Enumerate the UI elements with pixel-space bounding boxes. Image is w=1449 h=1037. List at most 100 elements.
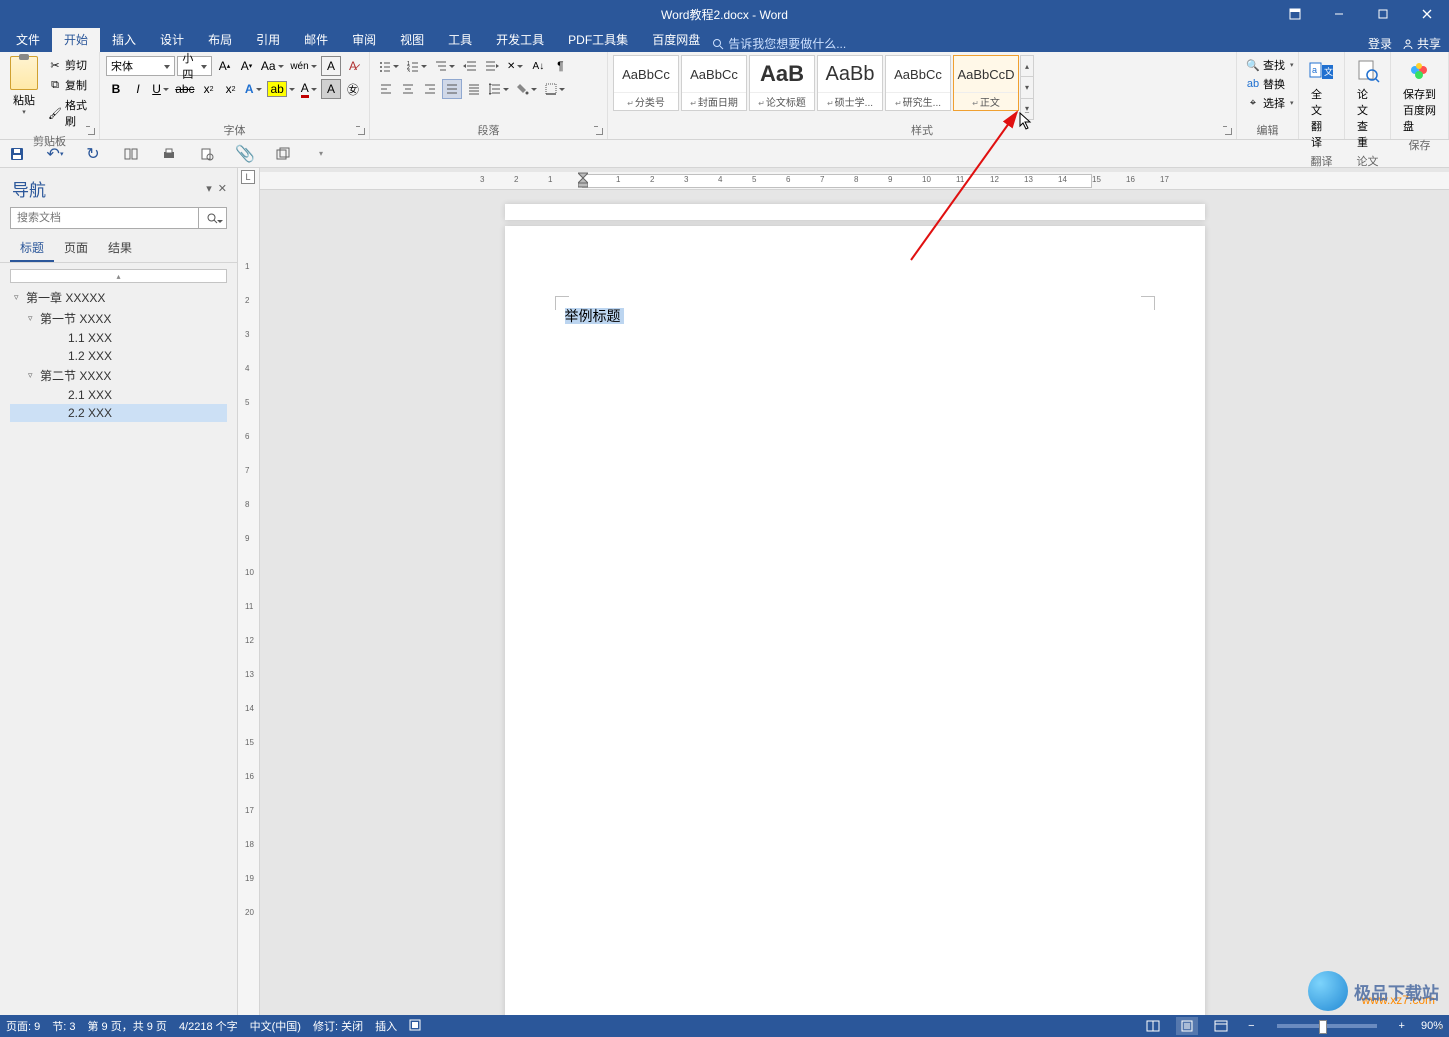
bold-button[interactable]: B	[106, 79, 126, 99]
nav-search-button[interactable]	[198, 208, 226, 228]
select-button[interactable]: ⌖ 选择▾	[1243, 94, 1297, 112]
tab-tools[interactable]: 工具	[436, 27, 484, 52]
paper-check-button[interactable]: 论文 查重	[1349, 54, 1386, 152]
status-macro[interactable]	[409, 1019, 421, 1034]
tree-item[interactable]: 1.2 XXX	[10, 347, 227, 365]
grow-font-button[interactable]: A▴	[214, 56, 234, 76]
close-button[interactable]	[1405, 0, 1449, 28]
shading-button[interactable]	[514, 79, 540, 99]
font-name-combo[interactable]: 宋体	[106, 56, 175, 76]
status-language[interactable]: 中文(中国)	[250, 1018, 301, 1034]
tab-references[interactable]: 引用	[244, 27, 292, 52]
superscript-button[interactable]: x2	[221, 79, 241, 99]
status-page-of[interactable]: 第 9 页，共 9 页	[87, 1018, 166, 1034]
style-item-1[interactable]: AaBbCc封面日期	[681, 55, 747, 111]
tree-item[interactable]: 2.1 XXX	[10, 386, 227, 404]
styles-expand[interactable]: ▾̲	[1021, 99, 1033, 119]
nav-pane-close[interactable]: ✕	[218, 182, 227, 195]
character-border-button[interactable]: A	[321, 56, 341, 76]
styles-scroll-up[interactable]: ▴	[1021, 56, 1033, 77]
tab-mailings[interactable]: 邮件	[292, 27, 340, 52]
view-web-layout[interactable]	[1210, 1017, 1232, 1035]
maximize-button[interactable]	[1361, 0, 1405, 28]
tab-home[interactable]: 开始	[52, 27, 100, 52]
status-section[interactable]: 节: 3	[52, 1018, 75, 1034]
decrease-indent-button[interactable]	[460, 56, 480, 76]
zoom-slider[interactable]	[1277, 1024, 1377, 1028]
nav-tab-headings[interactable]: 标题	[10, 235, 54, 262]
paste-button[interactable]: 粘贴 ▾	[4, 54, 44, 132]
align-left-button[interactable]	[376, 79, 396, 99]
selected-text[interactable]: 举例标题	[565, 308, 621, 324]
style-item-5[interactable]: AaBbCcD正文	[953, 55, 1019, 111]
nav-search-input[interactable]	[11, 208, 198, 228]
styles-gallery[interactable]: AaBbCc分类号 AaBbCc封面日期 AaB论文标题 AaBb硕士学... …	[612, 54, 1232, 121]
text-effects-button[interactable]: A	[243, 79, 264, 99]
clipboard-dialog-launcher[interactable]	[85, 125, 97, 137]
tree-item[interactable]: 1.1 XXX	[10, 329, 227, 347]
align-center-button[interactable]	[398, 79, 418, 99]
nav-pane-dropdown[interactable]: ▾	[206, 182, 212, 195]
full-translate-button[interactable]: a文 全文 翻译	[1303, 54, 1340, 152]
qat-print-preview[interactable]	[198, 145, 216, 163]
strikethrough-button[interactable]: abc	[173, 79, 197, 99]
tab-design[interactable]: 设计	[148, 27, 196, 52]
status-insert-mode[interactable]: 插入	[375, 1018, 397, 1034]
change-case-button[interactable]: Aa	[258, 56, 286, 76]
align-justify-button[interactable]	[442, 79, 462, 99]
zoom-out[interactable]: −	[1244, 1020, 1258, 1032]
status-word-count[interactable]: 4/2218 个字	[179, 1018, 238, 1034]
qat-quick-print[interactable]	[160, 145, 178, 163]
font-dialog-launcher[interactable]	[355, 125, 367, 137]
tab-pdf[interactable]: PDF工具集	[556, 27, 640, 52]
tab-insert[interactable]: 插入	[100, 27, 148, 52]
shrink-font-button[interactable]: A▾	[236, 56, 256, 76]
align-distributed-button[interactable]	[464, 79, 484, 99]
asian-layout-button[interactable]: ✕	[504, 56, 526, 76]
subscript-button[interactable]: x2	[199, 79, 219, 99]
tab-layout[interactable]: 布局	[196, 27, 244, 52]
tab-file[interactable]: 文件	[4, 27, 52, 52]
find-button[interactable]: 🔍 查找▾	[1243, 56, 1297, 74]
tree-item[interactable]: ▿第一章 XXXXX	[10, 287, 227, 308]
multilevel-list-button[interactable]	[432, 56, 458, 76]
show-marks-button[interactable]: ¶	[550, 56, 570, 76]
styles-scroll-down[interactable]: ▾	[1021, 77, 1033, 98]
nav-tab-pages[interactable]: 页面	[54, 235, 98, 262]
nav-search-box[interactable]	[10, 207, 227, 229]
login-link[interactable]: 登录	[1368, 35, 1392, 52]
qat-toggle1[interactable]	[122, 145, 140, 163]
tab-review[interactable]: 审阅	[340, 27, 388, 52]
collapse-ribbon-button[interactable]: ˄	[1437, 1023, 1443, 1034]
phonetic-guide-button[interactable]: wén	[288, 56, 319, 76]
tree-item[interactable]: ▿第一节 XXXX	[10, 308, 227, 329]
numbering-button[interactable]: 123	[404, 56, 430, 76]
tab-developer[interactable]: 开发工具	[484, 27, 556, 52]
ribbon-display-options[interactable]	[1273, 0, 1317, 28]
character-shading-button[interactable]: A	[321, 79, 341, 99]
cut-button[interactable]: ✂ 剪切	[46, 56, 93, 74]
line-spacing-button[interactable]	[486, 79, 512, 99]
minimize-button[interactable]	[1317, 0, 1361, 28]
style-item-3[interactable]: AaBb硕士学...	[817, 55, 883, 111]
paragraph-dialog-launcher[interactable]	[593, 125, 605, 137]
sort-button[interactable]: A↓	[528, 56, 548, 76]
qat-attach[interactable]: 📎	[236, 145, 254, 163]
bullets-button[interactable]	[376, 56, 402, 76]
horizontal-ruler[interactable]: 3211234567891011121314151617	[260, 172, 1449, 190]
style-item-0[interactable]: AaBbCc分类号	[613, 55, 679, 111]
clear-formatting-button[interactable]: A̷	[343, 56, 363, 76]
font-color-button[interactable]: A	[299, 79, 320, 99]
italic-button[interactable]: I	[128, 79, 148, 99]
status-page[interactable]: 页面: 9	[6, 1018, 40, 1034]
underline-button[interactable]: U	[150, 79, 171, 99]
share-button[interactable]: 共享	[1402, 35, 1441, 52]
zoom-in[interactable]: +	[1395, 1020, 1409, 1032]
style-item-2[interactable]: AaB论文标题	[749, 55, 815, 111]
tree-item[interactable]: 2.2 XXX	[10, 404, 227, 422]
increase-indent-button[interactable]	[482, 56, 502, 76]
align-right-button[interactable]	[420, 79, 440, 99]
borders-button[interactable]	[542, 79, 568, 99]
tab-selector[interactable]: L	[241, 170, 255, 184]
nav-tab-results[interactable]: 结果	[98, 235, 142, 262]
